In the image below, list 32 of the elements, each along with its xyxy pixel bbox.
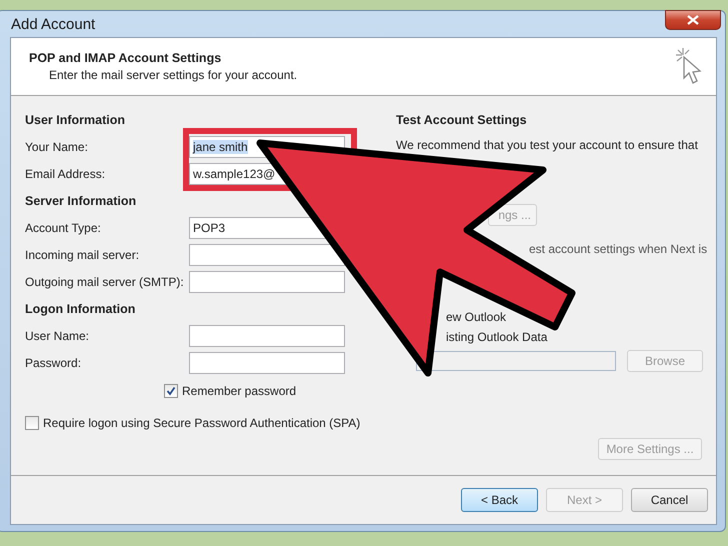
- section-heading: Logon Information: [25, 300, 136, 318]
- partial-text: isting Outlook Data: [446, 330, 548, 344]
- checkbox-label: Require logon using Secure Password Authentication (SPA): [43, 416, 360, 430]
- partial-text: est account settings when Next is: [529, 242, 708, 256]
- text-field[interactable]: [189, 352, 345, 374]
- text-field[interactable]: [189, 244, 345, 266]
- file-path-field[interactable]: [416, 351, 616, 371]
- field-label: Email Address:: [25, 166, 106, 180]
- close-icon: [687, 15, 699, 25]
- field-label: Outgoing mail server (SMTP):: [25, 274, 185, 288]
- field-label: Account Type:: [25, 220, 102, 234]
- text-field[interactable]: [189, 270, 345, 292]
- field-label: Password:: [25, 356, 82, 370]
- window-title: Add Account: [11, 16, 96, 32]
- checkmark-icon: [166, 386, 176, 396]
- section-heading: User Information: [25, 112, 126, 128]
- field-label: Your Name:: [25, 140, 89, 154]
- checkbox-label: Remember password: [182, 384, 296, 398]
- field-label: Incoming mail server:: [25, 248, 140, 262]
- dialog-button[interactable]: < Back: [461, 488, 538, 512]
- header-subtitle: Enter the mail server settings for your account.: [48, 68, 298, 82]
- header-title: POP and IMAP Account Settings: [29, 51, 222, 65]
- checkbox[interactable]: [25, 416, 39, 430]
- dialog-button[interactable]: Cancel: [631, 488, 708, 512]
- section-heading: Server Information: [25, 192, 138, 210]
- description-text: We recommend that you test your account to ensure that: [396, 138, 699, 152]
- text-field[interactable]: [189, 324, 345, 346]
- field-label: User Name:: [25, 328, 90, 342]
- partial-text: ew Outlook: [446, 310, 508, 324]
- checkbox[interactable]: [164, 384, 178, 398]
- close-button[interactable]: [665, 10, 721, 30]
- section-heading: Test Account Settings: [396, 112, 528, 129]
